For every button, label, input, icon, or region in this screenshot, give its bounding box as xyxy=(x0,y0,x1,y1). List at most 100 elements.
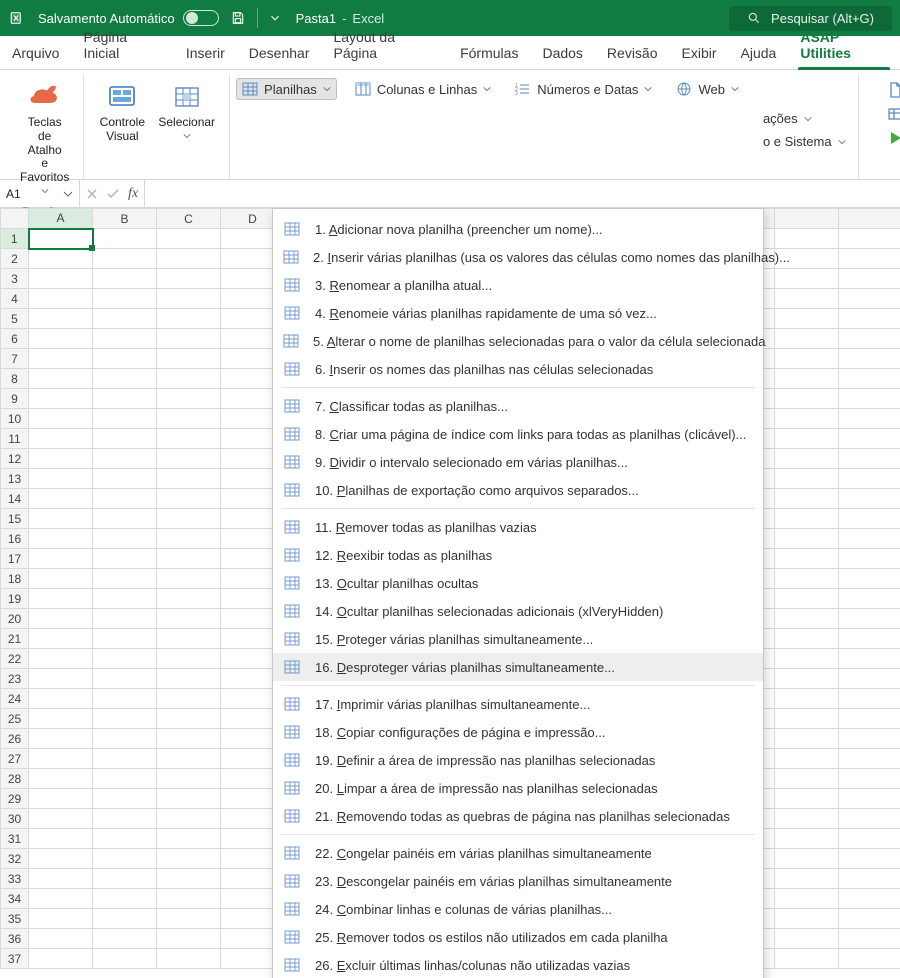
col-header[interactable] xyxy=(775,209,839,229)
cell[interactable] xyxy=(775,369,839,389)
cell[interactable] xyxy=(29,689,93,709)
cell[interactable] xyxy=(157,289,221,309)
shortcuts-favorites-button[interactable]: Teclas de Atalhoe Favoritos xyxy=(14,78,75,203)
cell[interactable] xyxy=(775,529,839,549)
cell[interactable] xyxy=(775,769,839,789)
cell[interactable] xyxy=(775,749,839,769)
cell[interactable] xyxy=(775,589,839,609)
cell[interactable] xyxy=(157,309,221,329)
cell[interactable] xyxy=(839,689,900,709)
cell[interactable] xyxy=(775,869,839,889)
cell[interactable] xyxy=(29,729,93,749)
row-header[interactable]: 6 xyxy=(1,329,29,349)
cell[interactable] xyxy=(29,369,93,389)
cell[interactable] xyxy=(839,729,900,749)
cell[interactable] xyxy=(157,649,221,669)
row-header[interactable]: 24 xyxy=(1,689,29,709)
row-header[interactable]: 9 xyxy=(1,389,29,409)
cell[interactable] xyxy=(839,829,900,849)
cancel-icon[interactable] xyxy=(86,188,98,200)
cell[interactable] xyxy=(157,609,221,629)
menu-item[interactable]: 22. Congelar painéis em várias planilhas… xyxy=(273,839,763,867)
cell[interactable] xyxy=(839,569,900,589)
cell[interactable] xyxy=(839,249,900,269)
cell[interactable] xyxy=(775,349,839,369)
numeros-datas-dropdown[interactable]: 123 Números e Datas xyxy=(509,78,658,100)
row-header[interactable]: 16 xyxy=(1,529,29,549)
row-header[interactable]: 31 xyxy=(1,829,29,849)
cell[interactable] xyxy=(29,749,93,769)
cell[interactable] xyxy=(839,669,900,689)
cell[interactable] xyxy=(839,529,900,549)
cell[interactable] xyxy=(839,929,900,949)
cell[interactable] xyxy=(29,429,93,449)
cell[interactable] xyxy=(839,289,900,309)
cell[interactable] xyxy=(775,509,839,529)
cell[interactable] xyxy=(29,529,93,549)
cell[interactable] xyxy=(157,489,221,509)
cell[interactable] xyxy=(93,889,157,909)
row-header[interactable]: 13 xyxy=(1,469,29,489)
cell[interactable] xyxy=(29,269,93,289)
cell[interactable] xyxy=(29,629,93,649)
confirm-icon[interactable] xyxy=(106,188,120,200)
cell[interactable] xyxy=(157,269,221,289)
cell[interactable] xyxy=(775,309,839,329)
cell[interactable] xyxy=(839,369,900,389)
cell[interactable] xyxy=(839,589,900,609)
row-header[interactable]: 7 xyxy=(1,349,29,369)
cell[interactable] xyxy=(839,549,900,569)
cell[interactable] xyxy=(839,509,900,529)
cell[interactable] xyxy=(157,249,221,269)
col-header[interactable]: A xyxy=(29,209,93,229)
visual-control-button[interactable]: ControleVisual xyxy=(92,78,152,148)
cell[interactable] xyxy=(29,229,93,249)
cell[interactable] xyxy=(93,549,157,569)
row-header[interactable]: 11 xyxy=(1,429,29,449)
menu-item[interactable]: 24. Combinar linhas e colunas de várias … xyxy=(273,895,763,923)
menu-item[interactable]: 21. Removendo todas as quebras de página… xyxy=(273,802,763,830)
cell[interactable] xyxy=(93,309,157,329)
cell[interactable] xyxy=(775,629,839,649)
menu-item[interactable]: 16. Desproteger várias planilhas simulta… xyxy=(273,653,763,681)
cell[interactable] xyxy=(29,609,93,629)
cell[interactable] xyxy=(93,589,157,609)
cell[interactable] xyxy=(157,349,221,369)
menu-item[interactable]: 7. Classificar todas as planilhas... xyxy=(273,392,763,420)
cell[interactable] xyxy=(839,849,900,869)
cell[interactable] xyxy=(93,429,157,449)
cell[interactable] xyxy=(29,669,93,689)
cell[interactable] xyxy=(29,549,93,569)
menu-item[interactable]: 14. Ocultar planilhas selecionadas adici… xyxy=(273,597,763,625)
cell[interactable] xyxy=(157,509,221,529)
spreadsheet-grid[interactable]: ABCDMN1234567891011121314151617181920212… xyxy=(0,208,900,978)
cell[interactable] xyxy=(775,409,839,429)
menu-item[interactable]: 6. Inserir os nomes das planilhas nas cé… xyxy=(273,355,763,383)
cell[interactable] xyxy=(29,929,93,949)
row-header[interactable]: 26 xyxy=(1,729,29,749)
cell[interactable] xyxy=(29,789,93,809)
cell[interactable] xyxy=(93,609,157,629)
cell[interactable] xyxy=(839,309,900,329)
cell[interactable] xyxy=(775,389,839,409)
tab-revis-o[interactable]: Revisão xyxy=(605,39,660,69)
row-header[interactable]: 32 xyxy=(1,849,29,869)
cell[interactable] xyxy=(775,829,839,849)
cell[interactable] xyxy=(839,749,900,769)
cell[interactable] xyxy=(93,289,157,309)
menu-item[interactable]: 10. Planilhas de exportação como arquivo… xyxy=(273,476,763,504)
cell[interactable] xyxy=(29,489,93,509)
tab-dados[interactable]: Dados xyxy=(540,39,584,69)
cell[interactable] xyxy=(29,909,93,929)
cell[interactable] xyxy=(839,489,900,509)
menu-item[interactable]: 15. Proteger várias planilhas simultanea… xyxy=(273,625,763,653)
row-header[interactable]: 20 xyxy=(1,609,29,629)
cell[interactable] xyxy=(93,369,157,389)
row-header[interactable]: 17 xyxy=(1,549,29,569)
planilhas-dropdown[interactable]: Planilhas xyxy=(236,78,337,100)
cell[interactable] xyxy=(93,329,157,349)
cell[interactable] xyxy=(157,569,221,589)
cell[interactable] xyxy=(29,249,93,269)
cell[interactable] xyxy=(93,829,157,849)
colunas-linhas-dropdown[interactable]: Colunas e Linhas xyxy=(349,78,497,100)
